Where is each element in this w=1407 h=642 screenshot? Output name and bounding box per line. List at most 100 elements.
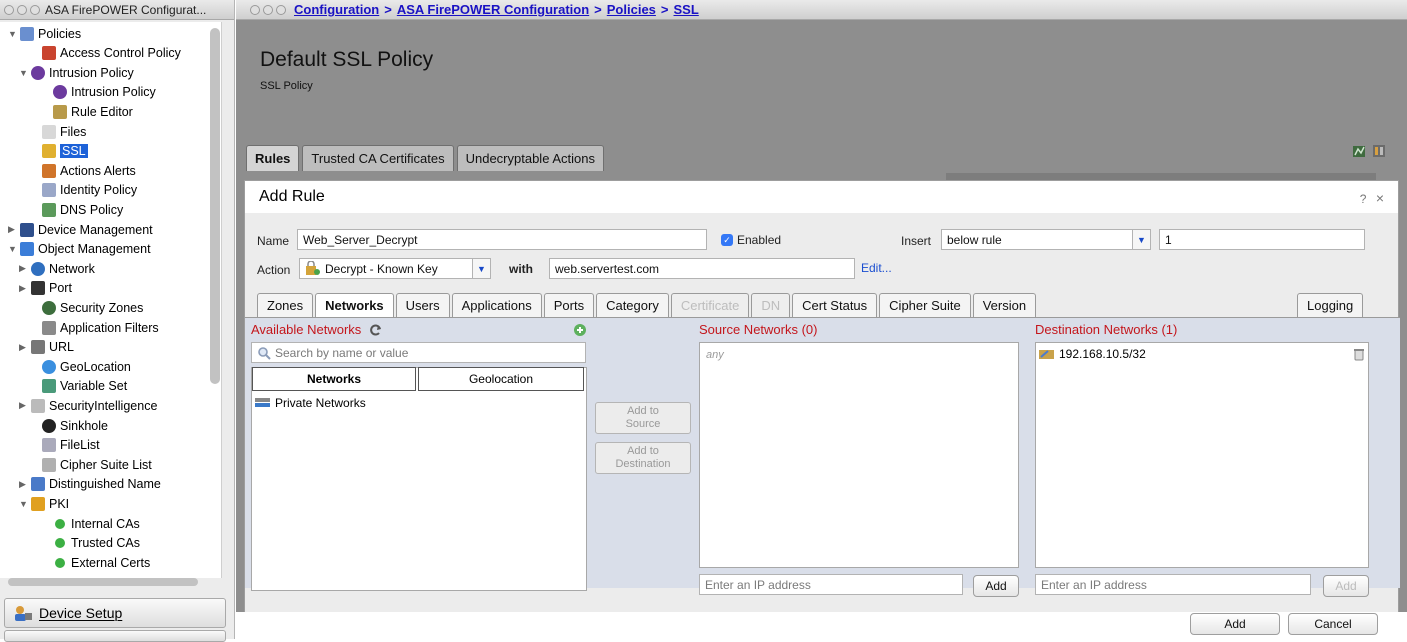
name-input[interactable]: Web_Server_Decrypt bbox=[297, 229, 707, 250]
disclosure-arrow-icon[interactable]: ▼ bbox=[8, 29, 20, 39]
breadcrumb: Configuration > ASA FirePOWER Configurat… bbox=[236, 0, 1407, 20]
disclosure-arrow-icon[interactable]: ▼ bbox=[19, 68, 31, 78]
tree-item[interactable]: ▼ Object Management bbox=[8, 240, 151, 259]
add-button[interactable]: Add bbox=[1190, 613, 1280, 635]
tab-users[interactable]: Users bbox=[395, 293, 450, 317]
list-item[interactable]: 192.168.10.5/32 bbox=[1038, 347, 1366, 361]
dialog-title: Add Rule bbox=[259, 188, 325, 205]
tab-networks[interactable]: Networks bbox=[315, 293, 394, 317]
tree-item[interactable]: FileList bbox=[30, 436, 100, 455]
disclosure-arrow-icon[interactable]: ▶ bbox=[8, 224, 20, 235]
tree-item[interactable]: ▶ Network bbox=[19, 259, 95, 278]
tree-item[interactable]: Application Filters bbox=[30, 318, 159, 337]
disclosure-arrow-icon[interactable]: ▶ bbox=[19, 479, 31, 490]
tree-item[interactable]: Access Control Policy bbox=[30, 44, 181, 63]
help-icon[interactable]: ? bbox=[1360, 192, 1367, 206]
subtab-networks[interactable]: Networks bbox=[252, 367, 416, 391]
trash-icon[interactable] bbox=[1354, 348, 1364, 361]
destination-networks-list[interactable]: 192.168.10.5/32 bbox=[1035, 342, 1369, 568]
report-icon[interactable] bbox=[1352, 144, 1366, 158]
tree-item[interactable]: ▼ PKI bbox=[19, 494, 69, 513]
source-ip-input[interactable]: Enter an IP address bbox=[699, 574, 963, 595]
tab-category[interactable]: Category bbox=[596, 293, 669, 317]
tree-item[interactable]: Cipher Suite List bbox=[30, 455, 152, 474]
add-network-icon[interactable] bbox=[573, 323, 587, 337]
tree-item-label: Sinkhole bbox=[60, 418, 108, 433]
tree-item[interactable]: ▶ URL bbox=[19, 338, 74, 357]
tab-rules[interactable]: Rules bbox=[246, 145, 300, 171]
tree-item[interactable]: Variable Set bbox=[30, 377, 127, 396]
tree-item[interactable]: Identity Policy bbox=[30, 181, 137, 200]
close-icon[interactable]: × bbox=[1376, 190, 1384, 206]
alert-icon bbox=[42, 163, 56, 178]
disclosure-arrow-icon[interactable]: ▼ bbox=[8, 244, 20, 254]
tree-item[interactable]: External Certs bbox=[41, 553, 150, 572]
tree-item[interactable]: GeoLocation bbox=[30, 357, 131, 376]
refresh-icon[interactable] bbox=[369, 323, 383, 337]
add-to-destination-button[interactable]: Add to Destination bbox=[595, 442, 691, 474]
tree-item[interactable]: Trusted CAs bbox=[41, 534, 140, 553]
tab-undecryptable-actions[interactable]: Undecryptable Actions bbox=[456, 145, 604, 171]
tree-item[interactable]: ▶ Port bbox=[19, 279, 72, 298]
subtab-geolocation[interactable]: Geolocation bbox=[418, 367, 584, 391]
destination-add-button[interactable]: Add bbox=[1323, 575, 1369, 597]
tab-logging[interactable]: Logging bbox=[1297, 293, 1364, 317]
tree-item[interactable]: ▶ SecurityIntelligence bbox=[19, 396, 157, 415]
disclosure-arrow-icon[interactable]: ▼ bbox=[19, 499, 31, 509]
tab-zones[interactable]: Zones bbox=[257, 293, 314, 317]
enabled-checkbox[interactable]: ✓ Enabled bbox=[721, 233, 781, 247]
tree-item[interactable]: Security Zones bbox=[30, 298, 143, 317]
disclosure-arrow-icon[interactable]: ▶ bbox=[19, 342, 31, 353]
tab-cipher-suite[interactable]: Cipher Suite bbox=[879, 293, 971, 317]
tab-cert-status[interactable]: Cert Status bbox=[792, 293, 878, 317]
tree-item[interactable]: ▶ Distinguished Name bbox=[19, 475, 161, 494]
insert-position-select[interactable]: below rule ▼ bbox=[941, 229, 1151, 250]
network-search-input[interactable]: Search by name or value bbox=[251, 342, 586, 363]
tree-item[interactable]: DNS Policy bbox=[30, 200, 123, 219]
tree-item[interactable]: Intrusion Policy bbox=[41, 83, 156, 102]
disclosure-arrow-icon[interactable]: ▶ bbox=[19, 263, 31, 274]
breadcrumb-policies[interactable]: Policies bbox=[607, 2, 656, 17]
tree-item[interactable]: ▶ Device Management bbox=[8, 220, 153, 239]
tree-item[interactable]: Rule Editor bbox=[41, 102, 133, 121]
tree-item[interactable]: Internal CAs bbox=[41, 514, 140, 533]
list-item[interactable]: Private Networks bbox=[254, 396, 366, 410]
tree-item[interactable]: Files bbox=[30, 122, 86, 141]
available-networks-list[interactable]: Networks Geolocation Private Networks bbox=[251, 367, 587, 591]
window-controls[interactable] bbox=[4, 4, 40, 15]
tree-item-label: Variable Set bbox=[60, 379, 128, 394]
device-setup-button[interactable]: Device Setup bbox=[4, 598, 226, 628]
tree-horizontal-scrollbar[interactable] bbox=[8, 578, 198, 586]
breadcrumb-configuration[interactable]: Configuration bbox=[294, 2, 379, 17]
policy-tabs: Rules Trusted CA Certificates Undecrypta… bbox=[246, 145, 607, 171]
navigation-tree[interactable]: ▼ Policies Access Control Policy ▼ Intrusion… bbox=[0, 22, 222, 578]
tree-item-label: Intrusion Policy bbox=[71, 85, 156, 100]
tree-item[interactable]: ▼ Intrusion Policy bbox=[19, 63, 134, 82]
destination-ip-input[interactable]: Enter an IP address bbox=[1035, 574, 1311, 595]
tree-item[interactable]: Sinkhole bbox=[30, 416, 108, 435]
main-window-controls[interactable] bbox=[250, 4, 286, 15]
compare-icon[interactable] bbox=[1372, 144, 1386, 158]
certificate-input[interactable]: web.servertest.com bbox=[549, 258, 855, 279]
tree-item[interactable]: Actions Alerts bbox=[30, 161, 136, 180]
edit-link[interactable]: Edit... bbox=[861, 261, 892, 275]
disclosure-arrow-icon[interactable]: ▶ bbox=[19, 400, 31, 411]
network-object-icon bbox=[255, 398, 270, 407]
add-to-source-button[interactable]: Add to Source bbox=[595, 402, 691, 434]
tab-applications[interactable]: Applications bbox=[451, 293, 542, 317]
source-networks-list[interactable]: any bbox=[699, 342, 1019, 568]
tab-version[interactable]: Version bbox=[972, 293, 1037, 317]
breadcrumb-asa-firepower-configuration[interactable]: ASA FirePOWER Configuration bbox=[397, 2, 589, 17]
tree-item[interactable]: ▼ Policies bbox=[8, 24, 81, 43]
next-nav-button[interactable] bbox=[4, 630, 226, 642]
action-select[interactable]: Decrypt - Known Key ▼ bbox=[299, 258, 491, 279]
tree-vertical-scrollbar[interactable] bbox=[210, 28, 220, 384]
disclosure-arrow-icon[interactable]: ▶ bbox=[19, 283, 31, 294]
cancel-button[interactable]: Cancel bbox=[1288, 613, 1378, 635]
tab-trusted-ca-certificates[interactable]: Trusted CA Certificates bbox=[302, 145, 454, 171]
tab-ports[interactable]: Ports bbox=[543, 293, 595, 317]
breadcrumb-ssl[interactable]: SSL bbox=[674, 2, 699, 17]
insert-rule-number-input[interactable]: 1 bbox=[1159, 229, 1365, 250]
tree-item[interactable]: SSL bbox=[30, 142, 88, 161]
source-add-button[interactable]: Add bbox=[973, 575, 1019, 597]
